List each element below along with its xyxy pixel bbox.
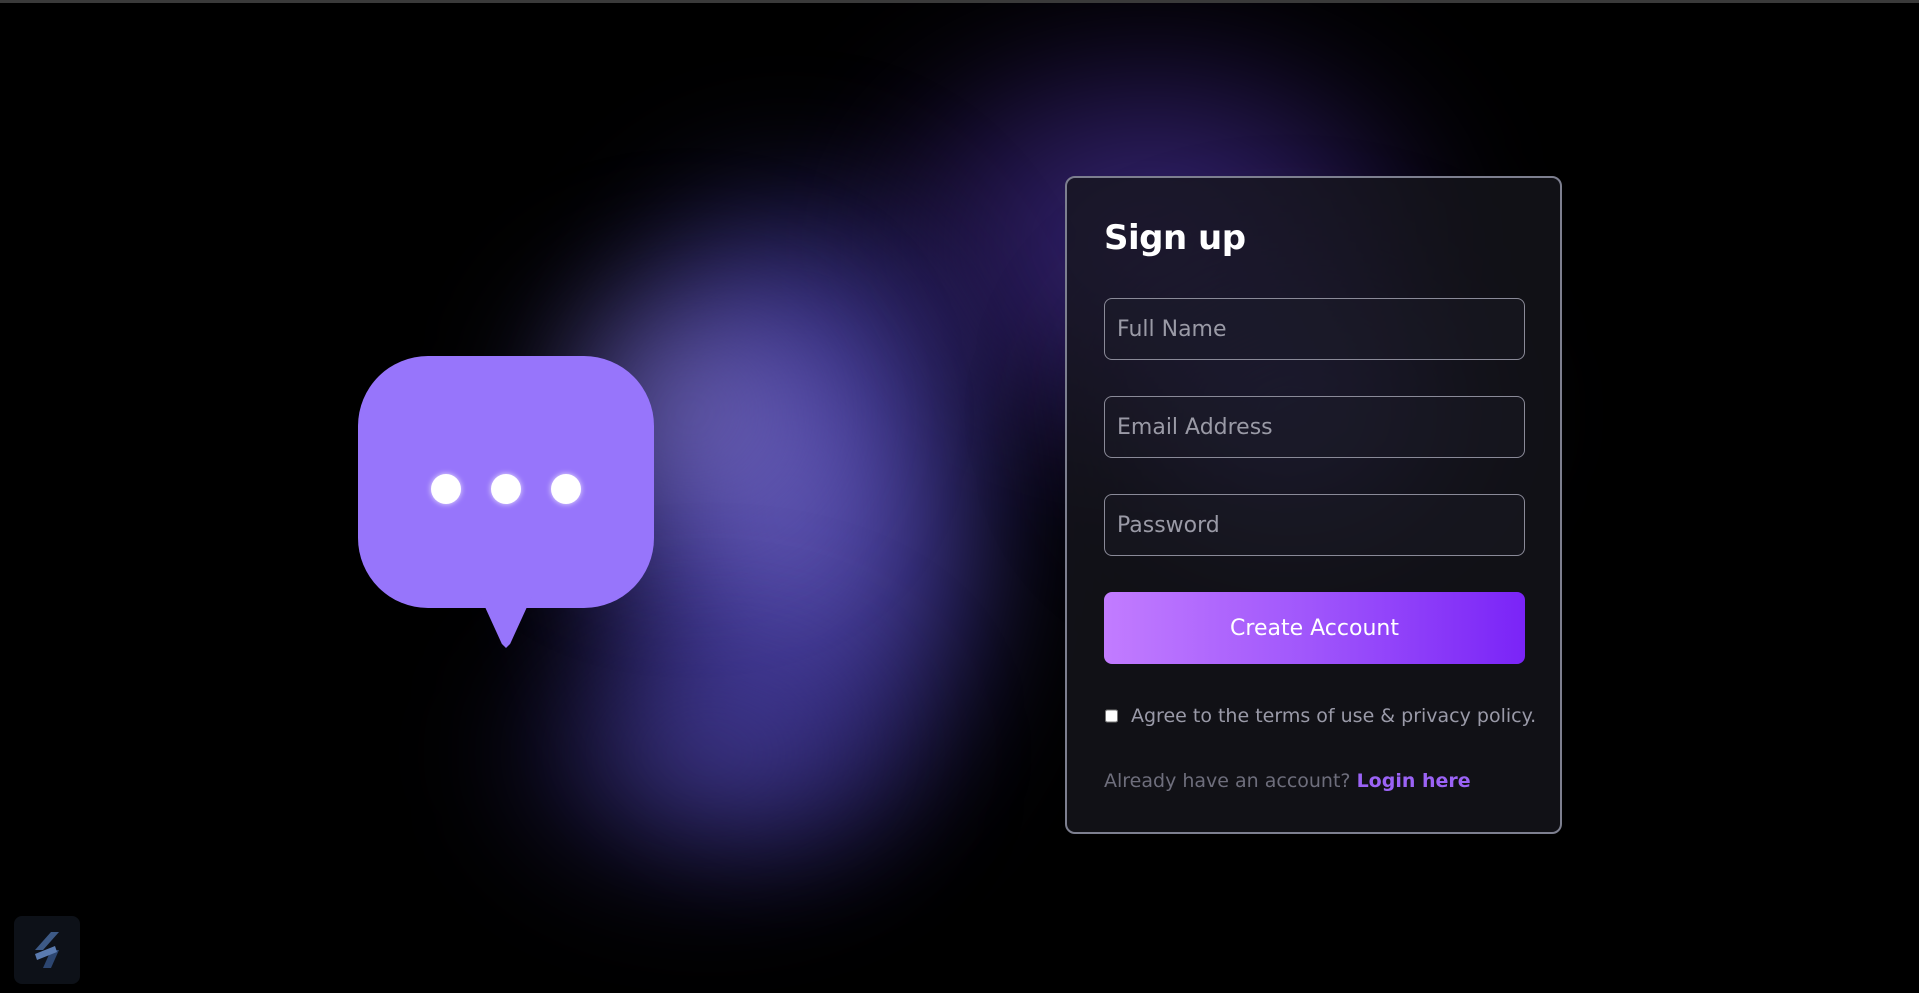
- form-title: Sign up: [1104, 218, 1246, 258]
- agree-terms-checkbox[interactable]: [1105, 707, 1118, 725]
- app-logo-icon[interactable]: [14, 916, 80, 984]
- chat-bubble-tail: [480, 596, 532, 648]
- app-logo-glyph: [35, 932, 59, 968]
- login-prompt-text: Already have an account?: [1104, 770, 1351, 792]
- login-prompt-row: Already have an account? Login here: [1104, 770, 1523, 792]
- create-account-button[interactable]: Create Account: [1104, 592, 1525, 664]
- page-background: Sign up Create Account Agree to the term…: [0, 0, 1919, 993]
- typing-dot: [431, 474, 461, 504]
- full-name-input[interactable]: [1104, 298, 1525, 360]
- email-input[interactable]: [1104, 396, 1525, 458]
- login-link[interactable]: Login here: [1357, 770, 1471, 792]
- typing-dot: [551, 474, 581, 504]
- agree-terms-row[interactable]: Agree to the terms of use & privacy poli…: [1104, 704, 1536, 728]
- chat-bubble-typing-icon: [358, 356, 654, 652]
- typing-dot: [491, 474, 521, 504]
- password-input[interactable]: [1104, 494, 1525, 556]
- agree-terms-label: Agree to the terms of use & privacy poli…: [1131, 705, 1537, 727]
- background-glow: [500, 623, 920, 883]
- signup-card: Sign up Create Account Agree to the term…: [1065, 176, 1562, 834]
